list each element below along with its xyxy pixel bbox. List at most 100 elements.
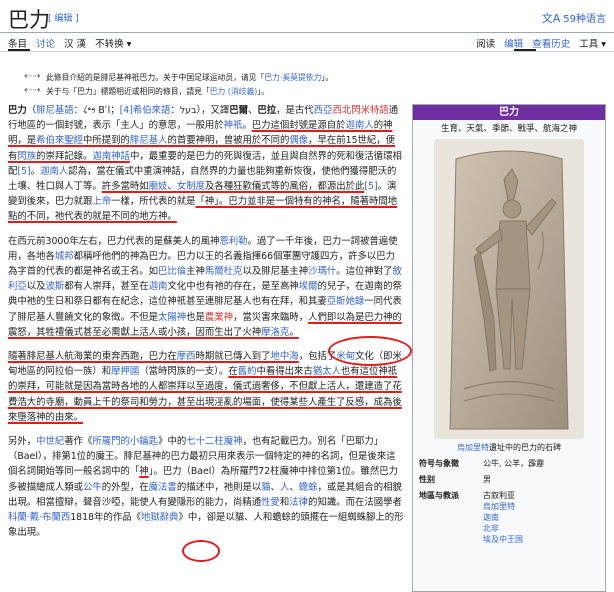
article-text: ，: [186, 326, 196, 338]
article-text: ：בעל），又譯: [170, 105, 230, 116]
article-link[interactable]: 魔法書: [149, 482, 177, 493]
tab-divider: [0, 51, 614, 52]
tab-talk[interactable]: 讨论: [36, 36, 55, 50]
article-link[interactable]: 人: [280, 482, 289, 493]
article-link[interactable]: 科蘭·戴·布蘭西: [8, 512, 70, 523]
tab-no-conversion[interactable]: 不转换 ▾: [95, 36, 131, 50]
article-text: ，當災害來臨時，: [233, 311, 309, 323]
article-link[interactable]: 蟾蜍: [299, 482, 318, 493]
article-link[interactable]: 地中海: [271, 351, 299, 362]
stele-image[interactable]: [434, 139, 584, 439]
article-link[interactable]: 偶像: [289, 135, 308, 146]
title-divider: [0, 32, 614, 33]
hatnote-link-1[interactable]: 巴力·奚莫提依力: [264, 73, 321, 82]
article-text: 主神: [186, 266, 205, 278]
article-link[interactable]: [4]: [120, 105, 133, 116]
article-link[interactable]: 西北閃米特語: [332, 105, 388, 116]
article-link[interactable]: 希伯來聖經: [36, 135, 83, 146]
article-link[interactable]: 埃爾: [299, 281, 318, 292]
article-link[interactable]: 貓: [261, 482, 270, 493]
article-link[interactable]: 性愛: [261, 497, 280, 508]
article-text: 「神」: [195, 196, 219, 208]
article-link[interactable]: 西亞: [314, 105, 333, 116]
article-link[interactable]: 地獄辭典: [141, 512, 179, 523]
article-link[interactable]: 廟妓: [149, 181, 168, 192]
article-link[interactable]: 所羅門的小鑰匙: [92, 436, 158, 447]
article-link[interactable]: 腓尼基人: [130, 135, 168, 146]
article-link[interactable]: 舊約: [238, 366, 257, 377]
article-text: 、: [167, 181, 177, 193]
article-text: 在西元前3000年左右，巴力代表的是蘇美人的風神: [8, 235, 220, 247]
article-text: 、: [289, 481, 299, 493]
article-link[interactable]: 女制度: [177, 181, 205, 192]
article-text: 巴力這個封號是源自於: [251, 120, 346, 132]
article-link[interactable]: 巴比倫: [158, 266, 186, 277]
article-link[interactable]: 波斯: [46, 281, 65, 292]
article-body: 巴力（腓尼基語：𐤁𐤏𐤋 Bʿl；[4]希伯來語：בעל），又譯巴爾、巴拉，是古代…: [8, 103, 404, 549]
paragraph-4: 另外，中世紀著作《所羅門的小鑰匙》中的七十二柱魔神，也有記載巴力。別名「巴耶力」…: [8, 434, 404, 540]
language-count: 59种语言: [563, 14, 606, 25]
infobox-row-region: 地區与教派 古叙利亚 烏加里特 迦南 北非 埃及中王国: [419, 490, 599, 545]
hatnote-link-2[interactable]: 巴力 (消歧義): [210, 87, 258, 96]
article-link[interactable]: 希伯來語: [133, 105, 171, 116]
tab-read[interactable]: 阅读: [476, 36, 495, 50]
article-text: 隨著腓尼基人航海業的東奔西跑，巴力在: [8, 351, 177, 363]
article-link[interactable]: 迦南人: [40, 166, 68, 177]
article-text: 以及: [26, 281, 46, 293]
article-text: ：𐤁𐤏𐤋 Bʿl；: [73, 105, 120, 116]
article-text: 、: [270, 481, 280, 493]
infobox-value: 公牛, 公羊，霹靂: [483, 459, 545, 468]
caption-link[interactable]: 烏加里特: [457, 443, 489, 452]
namespace-tabs: 条目 讨论 汉 漢 不转换 ▾: [8, 36, 131, 50]
article-link[interactable]: 摩押國: [111, 366, 139, 377]
article-link[interactable]: 農業神: [205, 312, 233, 323]
bold-term: 巴拉: [257, 105, 277, 116]
article-text: 的外型，在: [101, 481, 149, 493]
article-text: 時期就已傳入到了: [195, 351, 271, 363]
article-link[interactable]: [5]: [364, 181, 377, 192]
article-link[interactable]: 迦南: [149, 281, 168, 292]
infobox-label: 性别: [419, 475, 435, 484]
article-link[interactable]: 沙瑪什: [308, 266, 336, 277]
article-text: 在: [228, 366, 238, 378]
tab-variant[interactable]: 汉 漢: [64, 36, 86, 50]
article-link[interactable]: 太陽神: [158, 312, 186, 323]
article-link[interactable]: 城邦: [55, 251, 74, 262]
edit-section-link[interactable]: [ 编辑 ]: [48, 11, 79, 24]
article-text: 。: [30, 165, 41, 177]
article-link[interactable]: 閃族: [17, 151, 36, 162]
article-link[interactable]: 迦南神話: [92, 151, 130, 162]
article-link[interactable]: 摩西: [177, 351, 196, 362]
infobox-value-link[interactable]: 迦南: [483, 512, 599, 523]
article-link[interactable]: 腓尼基語: [36, 105, 74, 116]
article-link[interactable]: 亞斯她錄: [327, 296, 365, 307]
infobox-label: 地區与教派: [419, 491, 459, 500]
tab-article[interactable]: 条目: [8, 36, 27, 50]
article-link[interactable]: 猶太人: [313, 366, 341, 377]
article-link[interactable]: 法律: [289, 497, 308, 508]
annotation-circle: [328, 336, 412, 366]
article-link[interactable]: [5]: [17, 166, 30, 177]
infobox-row-gender: 性别 男: [419, 474, 599, 485]
article-text: 都有人崇拜，甚至在: [64, 281, 149, 293]
article-link[interactable]: 上帝: [92, 196, 111, 207]
article-text: 因而生出了火神: [195, 326, 262, 338]
article-link[interactable]: 神祇: [224, 120, 243, 131]
infobox-value-link[interactable]: 北非: [483, 523, 599, 534]
article-link[interactable]: 七十二柱魔神: [186, 436, 242, 447]
infobox-value-link[interactable]: 烏加里特: [483, 501, 599, 512]
tab-tools[interactable]: 工具 ▾: [579, 36, 606, 50]
language-selector[interactable]: 文A 59种语言: [542, 10, 606, 26]
article-link[interactable]: 馬爾杜克: [205, 266, 243, 277]
article-link[interactable]: 迦南人: [346, 120, 374, 131]
bold-term: 巴力: [8, 105, 27, 116]
tab-history[interactable]: 查看历史: [532, 36, 570, 50]
article-link[interactable]: 摩洛克: [261, 327, 289, 338]
article-text: 的崇拜記錄。: [36, 150, 93, 162]
paragraph-1: 巴力（腓尼基語：𐤁𐤏𐤋 Bʿl；[4]希伯來語：בעל），又譯巴爾、巴拉，是古代…: [8, 103, 404, 225]
article-link[interactable]: 中世紀: [36, 436, 64, 447]
infobox-value-link[interactable]: 埃及中王国: [483, 534, 599, 545]
article-link[interactable]: 恩利勒: [219, 236, 247, 247]
article-link[interactable]: 公牛: [83, 482, 102, 493]
tab-edit[interactable]: 编辑: [504, 36, 523, 50]
